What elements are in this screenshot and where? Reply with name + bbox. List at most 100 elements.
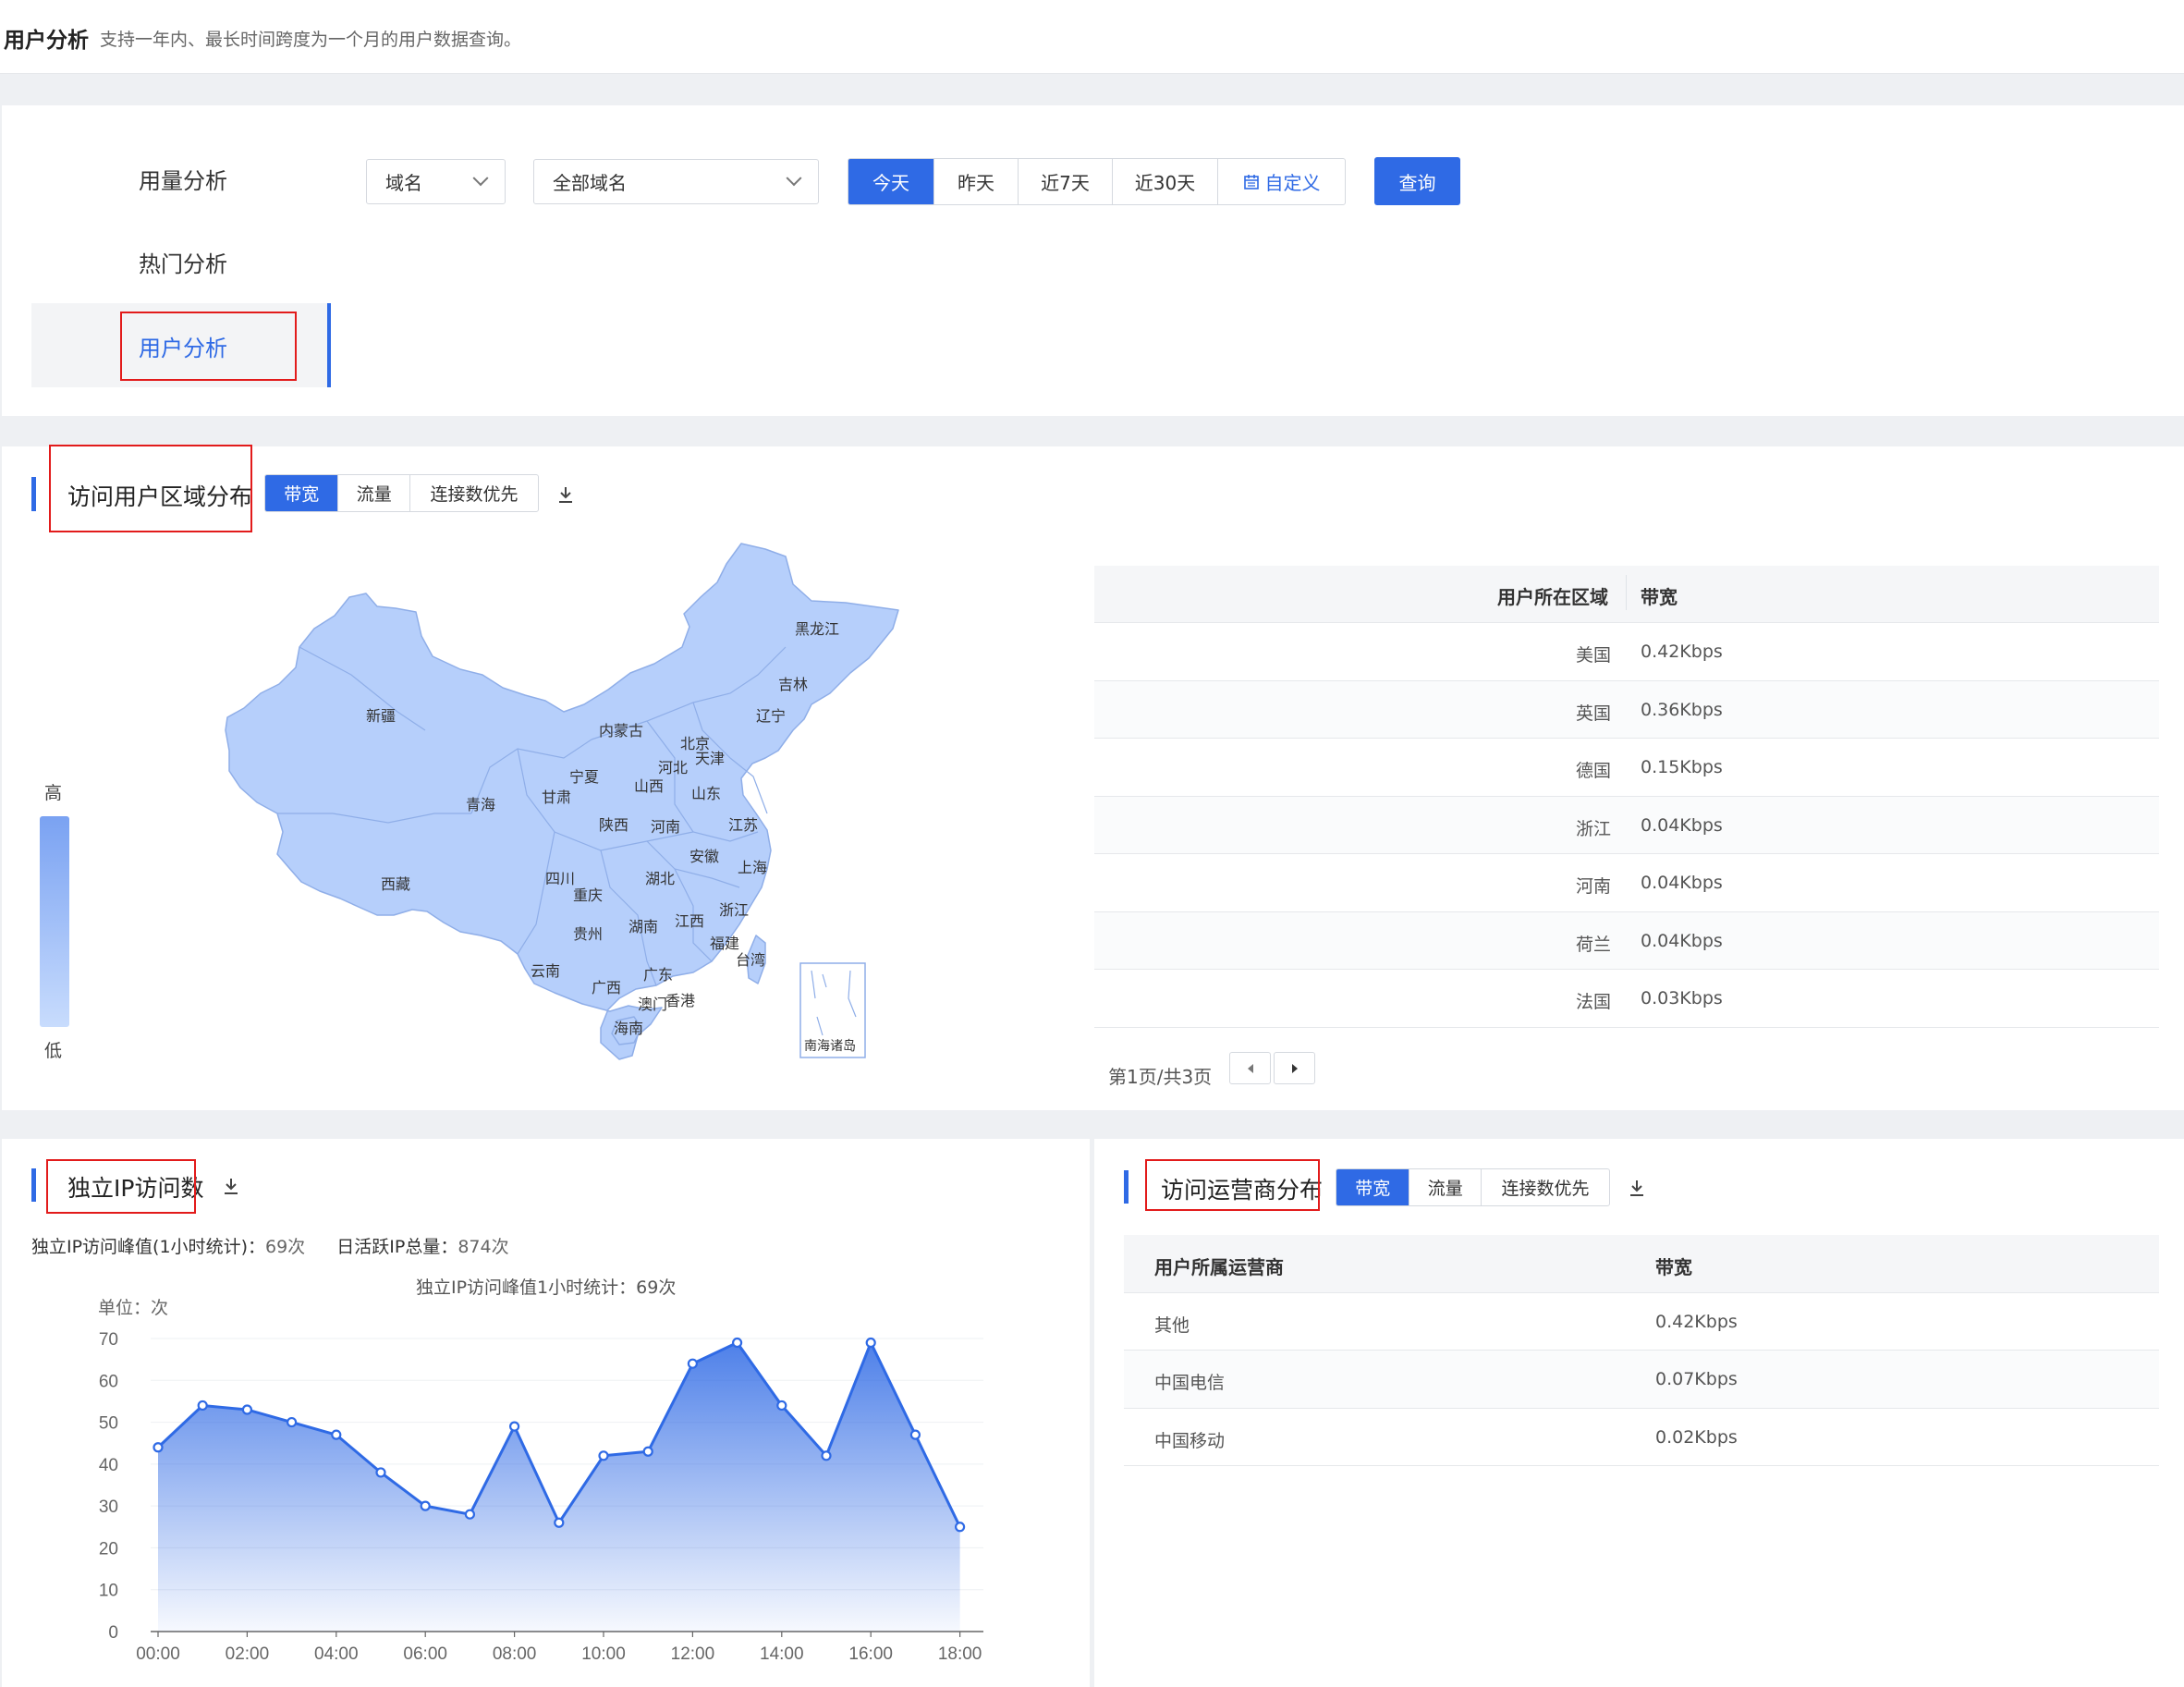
isp-tab-traffic[interactable]: 流量 xyxy=(1409,1169,1482,1205)
domain-select[interactable]: 全部域名 xyxy=(533,159,819,204)
data-point[interactable] xyxy=(153,1442,164,1453)
data-point[interactable] xyxy=(598,1450,609,1461)
map-label-zhejiang: 浙江 xyxy=(719,902,749,919)
map-label-shaanxi: 陕西 xyxy=(599,817,628,834)
data-point[interactable] xyxy=(687,1358,699,1369)
data-point[interactable] xyxy=(331,1429,342,1440)
map-label-hubei: 湖北 xyxy=(645,871,675,887)
highlight-box-region xyxy=(49,445,252,532)
download-icon[interactable] xyxy=(556,484,575,505)
data-point[interactable] xyxy=(776,1400,787,1412)
map-label-shanxi: 山西 xyxy=(634,778,664,795)
data-point[interactable] xyxy=(821,1450,832,1461)
map-label-guangdong: 广东 xyxy=(643,967,673,984)
data-point[interactable] xyxy=(954,1522,966,1533)
region-cell-value: 0.36Kbps xyxy=(1641,700,1723,720)
data-point[interactable] xyxy=(197,1400,208,1412)
legend-low-label: 低 xyxy=(44,1041,63,1061)
region-cell-value: 0.04Kbps xyxy=(1641,815,1723,836)
region-tab-traffic[interactable]: 流量 xyxy=(338,475,410,511)
isp-tab-connections[interactable]: 连接数优先 xyxy=(1482,1169,1609,1205)
section-accent-bar xyxy=(31,1168,36,1202)
type-select[interactable]: 域名 xyxy=(366,159,506,204)
region-cell-value: 0.42Kbps xyxy=(1641,642,1723,662)
time-yesterday[interactable]: 昨天 xyxy=(934,159,1019,204)
y-tick-label: 10 xyxy=(99,1582,118,1601)
map-label-xizang: 西藏 xyxy=(381,876,410,893)
isp-cell-value: 0.42Kbps xyxy=(1655,1312,1738,1332)
time-custom[interactable]: 自定义 xyxy=(1218,159,1345,204)
time-7days[interactable]: 近7天 xyxy=(1019,159,1113,204)
data-point[interactable] xyxy=(909,1429,921,1440)
map-label-jiangsu: 江苏 xyxy=(728,817,758,834)
map-label-macau: 澳门 xyxy=(638,996,667,1013)
isp-col-bandwidth: 带宽 xyxy=(1655,1256,1692,1278)
unique-ip-chart[interactable]: 0 10 20 30 40 50 60 70 00:00 02:00 04:00 06:00 08:00… xyxy=(0,1313,1017,1687)
area-fill xyxy=(158,1342,960,1632)
region-tab-bandwidth[interactable]: 带宽 xyxy=(265,475,339,511)
nav-item-usage[interactable]: 用量分析 xyxy=(139,163,227,195)
map-label-jiangxi: 江西 xyxy=(675,913,704,930)
data-point[interactable] xyxy=(554,1517,565,1528)
isp-tabs: 带宽 流量 连接数优先 xyxy=(1336,1168,1610,1206)
table-row xyxy=(1094,797,2159,854)
y-tick-label: 30 xyxy=(99,1498,118,1517)
region-tab-connections[interactable]: 连接数优先 xyxy=(410,475,538,511)
isp-cell-name: 其他 xyxy=(1154,1315,1190,1336)
data-point[interactable] xyxy=(464,1509,475,1520)
map-label-hainan: 海南 xyxy=(614,1021,643,1037)
section-accent-bar xyxy=(31,477,36,511)
region-cell-value: 0.04Kbps xyxy=(1641,931,1723,951)
query-button[interactable]: 查询 xyxy=(1374,157,1460,205)
data-point[interactable] xyxy=(241,1404,252,1415)
total-value: 874次 xyxy=(458,1237,509,1257)
domain-select-value: 全部域名 xyxy=(553,172,627,194)
x-tick-label: 14:00 xyxy=(760,1644,804,1664)
legend-high-label: 高 xyxy=(44,783,63,803)
region-cell-value: 0.04Kbps xyxy=(1641,873,1723,893)
data-point[interactable] xyxy=(508,1421,520,1432)
data-point[interactable] xyxy=(865,1337,876,1349)
y-tick-label: 20 xyxy=(99,1539,118,1559)
map-label-nanhai: 南海诸岛 xyxy=(804,1038,856,1053)
map-label-heilongjiang: 黑龙江 xyxy=(795,621,839,638)
highlight-box-unique-ip xyxy=(46,1159,196,1214)
nav-item-hot[interactable]: 热门分析 xyxy=(139,246,227,278)
map-label-liaoning: 辽宁 xyxy=(756,708,786,725)
unique-ip-stats: 独立IP访问峰值(1小时统计)：69次 日活跃IP总量：874次 xyxy=(31,1233,509,1258)
table-row xyxy=(1094,854,2159,912)
isp-tab-bandwidth[interactable]: 带宽 xyxy=(1336,1169,1410,1205)
time-30days[interactable]: 近30天 xyxy=(1113,159,1218,204)
map-label-shandong: 山东 xyxy=(691,786,721,802)
data-point[interactable] xyxy=(642,1446,653,1457)
data-point[interactable] xyxy=(420,1500,431,1511)
download-icon[interactable] xyxy=(1628,1178,1646,1198)
type-select-value: 域名 xyxy=(385,172,422,194)
y-tick-label: 50 xyxy=(99,1414,118,1434)
calendar-icon xyxy=(1243,174,1259,189)
chevron-down-icon xyxy=(472,169,489,186)
region-table-header xyxy=(1094,566,2159,623)
caret-left-icon xyxy=(1247,1063,1253,1073)
isp-cell-name: 中国电信 xyxy=(1154,1373,1226,1393)
map-label-chongqing: 重庆 xyxy=(573,887,603,904)
region-cell-name: 德国 xyxy=(1576,761,1612,781)
isp-cell-value: 0.07Kbps xyxy=(1655,1369,1738,1389)
map-label-qinghai: 青海 xyxy=(466,797,495,813)
region-cell-name: 浙江 xyxy=(1576,819,1612,839)
time-today[interactable]: 今天 xyxy=(848,159,934,204)
data-point[interactable] xyxy=(287,1416,298,1428)
map-label-guizhou: 贵州 xyxy=(573,926,603,943)
download-icon[interactable] xyxy=(222,1176,240,1196)
data-point[interactable] xyxy=(731,1337,743,1349)
china-map[interactable]: 黑龙江 吉林 辽宁 内蒙古 北京 天津 河北 宁夏 甘肃 山西 山东 新疆 青海… xyxy=(213,536,915,1072)
pager-next-button[interactable] xyxy=(1274,1052,1315,1084)
data-point[interactable] xyxy=(375,1467,386,1478)
map-label-sichuan: 四川 xyxy=(545,872,575,887)
map-label-hebei: 河北 xyxy=(658,760,688,776)
region-cell-value: 0.03Kbps xyxy=(1641,988,1723,1009)
isp-cell-value: 0.02Kbps xyxy=(1655,1427,1738,1448)
pager-prev-button[interactable] xyxy=(1229,1052,1271,1084)
region-cell-name: 美国 xyxy=(1576,645,1612,666)
region-pager-text: 第1页/共3页 xyxy=(1108,1066,1213,1088)
